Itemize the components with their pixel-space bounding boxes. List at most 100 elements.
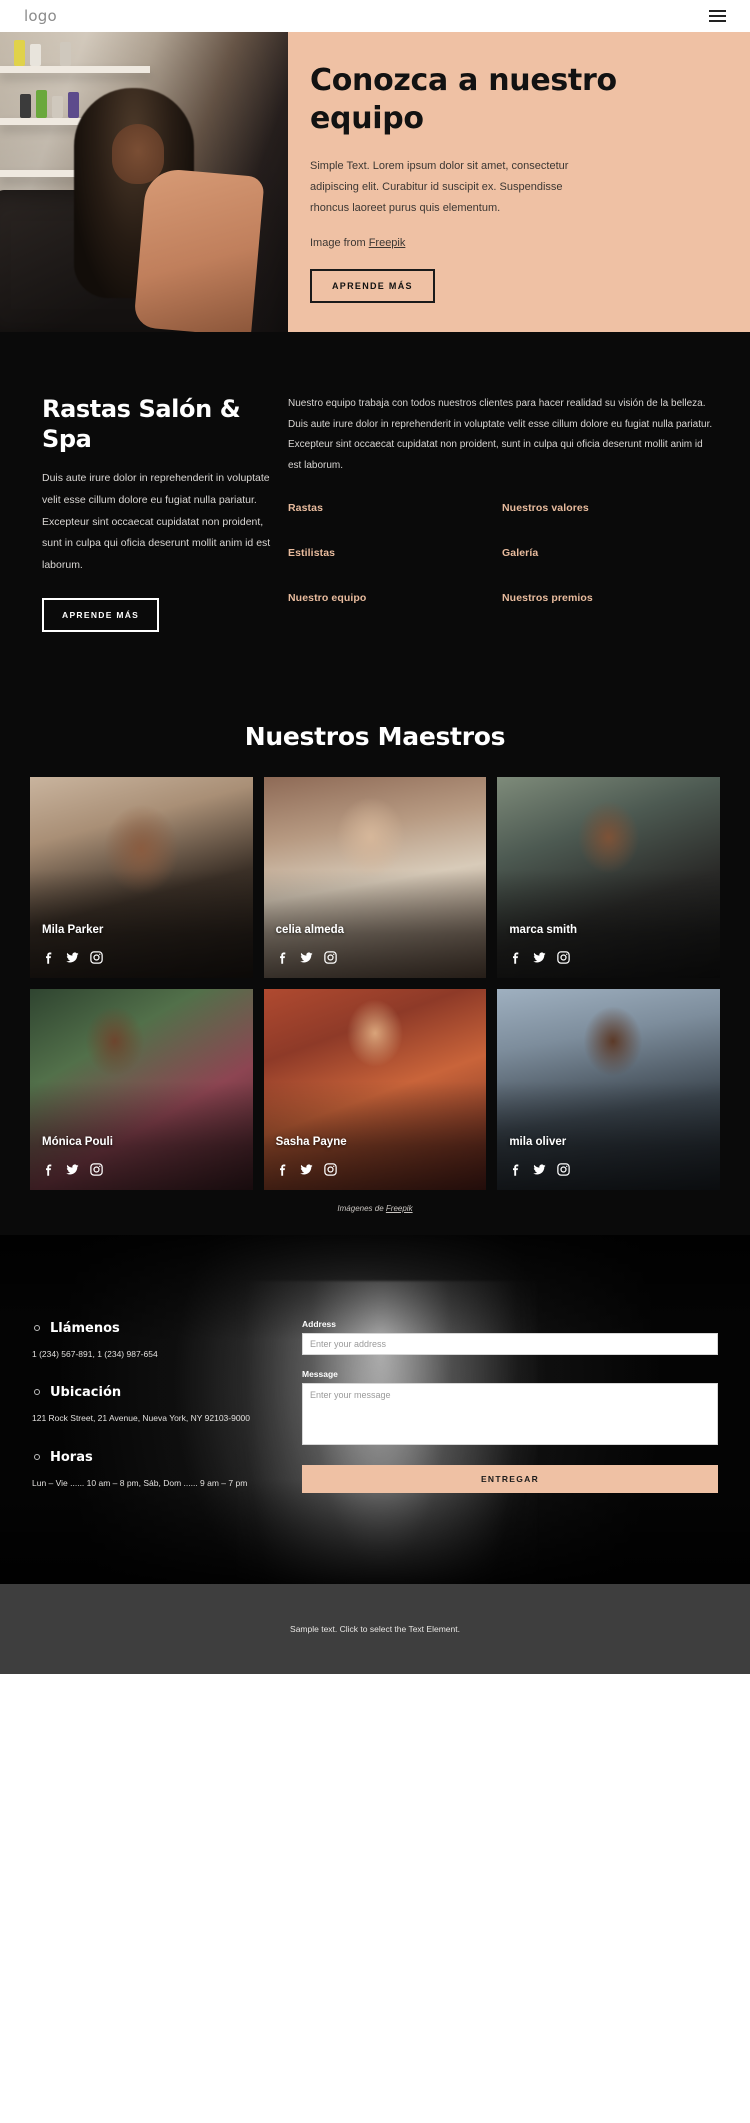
instagram-icon[interactable] [323,950,338,965]
message-label: Message [302,1369,338,1380]
twitter-icon[interactable] [299,950,314,965]
member-name: celia almeda [275,924,345,937]
contact-heading-call: Llámenos [32,1321,282,1336]
photo-overlay [263,777,487,979]
message-textarea[interactable] [302,1383,718,1446]
product-bottle [36,90,47,118]
model-shawl [133,167,265,332]
contact-info-column: Llámenos 1 (234) 567-891, 1 (234) 987-65… [32,1317,282,1514]
member-social-links [275,1162,338,1177]
team-credit-link[interactable]: Freepik [386,1204,413,1213]
hero-image-credit: Image from Freepik [310,237,714,249]
member-name: mila oliver [509,1136,567,1149]
form-spacer [302,1355,718,1369]
hero-credit-prefix: Image from [310,236,369,249]
photo-overlay [263,989,487,1191]
instagram-icon[interactable] [556,1162,571,1177]
hamburger-menu-icon[interactable] [709,10,726,22]
burger-line [709,10,726,12]
hero-title: Conozca a nuestro equipo [310,63,617,136]
about-link-nuestro-equipo[interactable]: Nuestro equipo [288,592,502,604]
contact-heading-text: Llámenos [50,1321,120,1337]
team-card-grid: Mila Parker celia almeda marca smith Món… [0,777,750,1191]
team-credit-prefix: Imágenes de [337,1204,386,1214]
contact-heading-text: Ubicación [50,1385,122,1401]
about-link-galeria[interactable]: Galería [502,547,716,559]
product-bottle [60,42,71,66]
about-cta-button[interactable]: APRENDE MÁS [42,598,160,633]
team-image-credit: Imágenes de Freepik [0,1190,750,1213]
contact-phone-numbers: 1 (234) 567-891, 1 (234) 987-654 [32,1349,158,1360]
product-bottle [20,94,31,118]
facebook-icon[interactable] [275,950,290,965]
product-bottle [14,40,25,66]
twitter-icon[interactable] [299,1162,314,1177]
about-link-nuestros-valores[interactable]: Nuestros valores [502,502,716,514]
hero-text-panel: Conozca a nuestro equipo Simple Text. Lo… [288,32,750,332]
clock-icon [34,1453,40,1460]
facebook-icon[interactable] [508,1162,523,1177]
about-right-column: Nuestro equipo trabaja con todos nuestro… [288,394,750,632]
about-link-rastas[interactable]: Rastas [288,502,502,514]
team-section: Nuestros Maestros Mila Parker celia alme… [0,702,750,1236]
member-social-links [41,950,104,965]
burger-line [709,15,726,17]
team-member-card[interactable]: Sasha Payne [263,989,487,1191]
address-input[interactable] [302,1333,718,1356]
contact-heading-hours: Horas [32,1450,282,1465]
contact-form: Address Message ENTREGAR [302,1317,718,1514]
address-label: Address [302,1319,337,1330]
about-link-nuestros-premios[interactable]: Nuestros premios [502,592,716,604]
team-member-card[interactable]: Mila Parker [30,777,253,979]
twitter-icon[interactable] [65,1162,80,1177]
member-name: Sasha Payne [275,1136,347,1149]
facebook-icon[interactable] [41,1162,56,1177]
model-face [112,124,164,184]
photo-overlay [30,989,253,1191]
facebook-icon[interactable] [508,950,523,965]
footer-text: Sample text. Click to select the Text El… [290,1624,460,1635]
team-member-card[interactable]: mila oliver [497,989,720,1191]
twitter-icon[interactable] [65,950,80,965]
twitter-icon[interactable] [532,1162,547,1177]
instagram-icon[interactable] [89,1162,104,1177]
member-social-links [275,950,338,965]
team-title: Nuestros Maestros [244,722,506,752]
team-member-card[interactable]: celia almeda [263,777,487,979]
hero-cta-button[interactable]: APRENDE MÁS [310,268,435,303]
team-member-card[interactable]: marca smith [497,777,720,979]
instagram-icon[interactable] [556,950,571,965]
contact-hours: Lun – Vie ...... 10 am – 8 pm, Sáb, Dom … [32,1477,248,1488]
contact-block-phone: Llámenos 1 (234) 567-891, 1 (234) 987-65… [32,1321,282,1361]
product-bottle [68,92,79,118]
facebook-icon[interactable] [41,950,56,965]
product-bottle [30,44,41,66]
instagram-icon[interactable] [323,1162,338,1177]
landing-page: logo Conozca a nuestro equipo Simple Tex… [0,0,750,1675]
contact-section: Llámenos 1 (234) 567-891, 1 (234) 987-65… [0,1235,750,1585]
instagram-icon[interactable] [89,950,104,965]
hero-paragraph: Simple Text. Lorem ipsum dolor sit amet,… [310,159,569,214]
contact-content: Llámenos 1 (234) 567-891, 1 (234) 987-65… [0,1317,750,1514]
contact-heading-text: Horas [50,1449,93,1465]
site-logo[interactable]: logo [24,7,57,25]
hero-section: Conozca a nuestro equipo Simple Text. Lo… [0,32,750,332]
about-title: Rastas Salón & Spa [42,395,241,454]
member-name: Mila Parker [42,924,104,937]
member-social-links [41,1162,104,1177]
team-member-card[interactable]: Mónica Pouli [30,989,253,1191]
member-name: marca smith [509,924,578,937]
facebook-icon[interactable] [275,1162,290,1177]
twitter-icon[interactable] [532,950,547,965]
pin-icon [34,1389,40,1396]
photo-overlay [497,989,720,1191]
member-social-links [508,950,571,965]
about-link-estilistas[interactable]: Estilistas [288,547,502,559]
top-navigation-bar: logo [0,0,750,32]
member-social-links [508,1162,571,1177]
submit-button[interactable]: ENTREGAR [302,1465,718,1494]
member-name: Mónica Pouli [42,1136,113,1149]
about-section: Rastas Salón & Spa Duis aute irure dolor… [0,332,750,703]
hero-credit-link[interactable]: Freepik [369,237,406,249]
footer: Sample text. Click to select the Text El… [0,1584,750,1675]
